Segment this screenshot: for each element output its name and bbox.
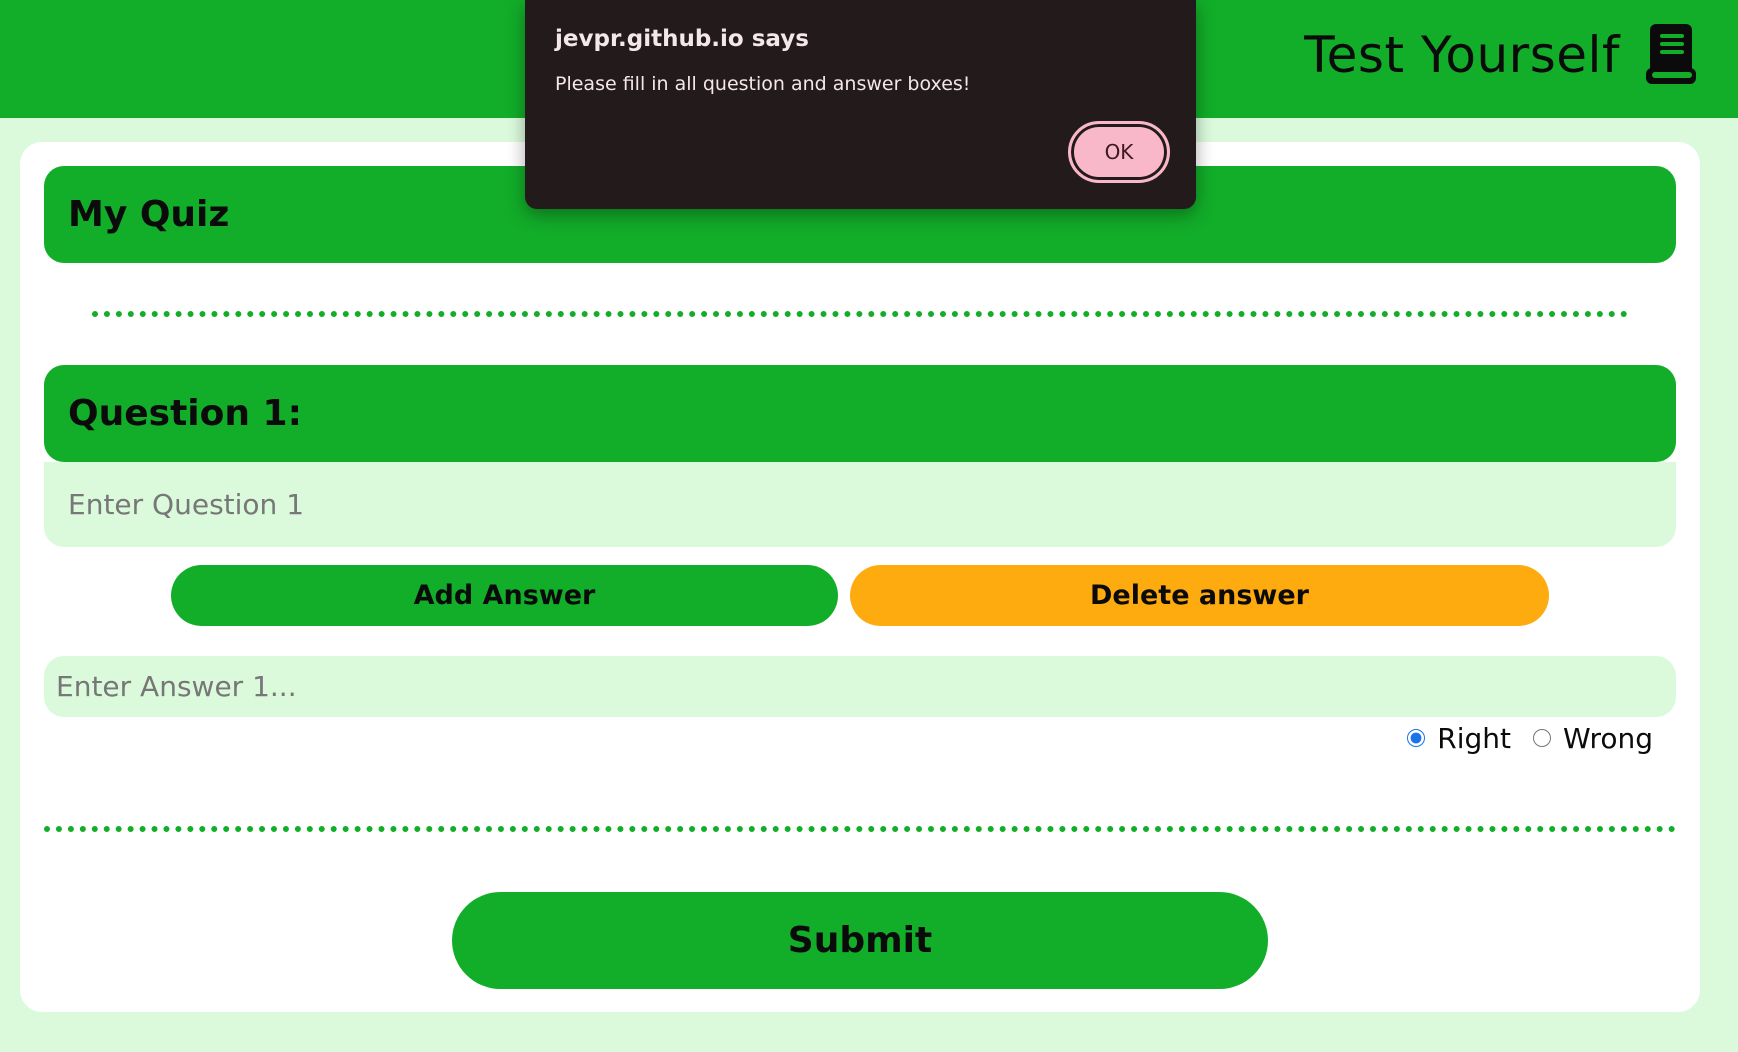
question-input[interactable] bbox=[44, 462, 1676, 547]
divider-bottom bbox=[44, 826, 1676, 832]
delete-answer-button[interactable]: Delete answer bbox=[850, 565, 1549, 626]
wrong-radio[interactable] bbox=[1533, 729, 1552, 747]
wrong-option[interactable]: Wrong bbox=[1533, 722, 1653, 755]
add-answer-button[interactable]: Add Answer bbox=[171, 565, 838, 626]
right-label: Right bbox=[1437, 721, 1512, 755]
answer-input[interactable] bbox=[44, 656, 1676, 717]
right-option[interactable]: Right bbox=[1407, 722, 1511, 755]
submit-button[interactable]: Submit bbox=[452, 892, 1268, 989]
right-radio[interactable] bbox=[1407, 729, 1426, 747]
alert-ok-button[interactable]: OK bbox=[1068, 121, 1170, 183]
brand: Test Yourself bbox=[1304, 24, 1698, 86]
alert-message: Please fill in all question and answer b… bbox=[555, 73, 971, 95]
answer-correctness-group: Right Wrong bbox=[1385, 718, 1653, 758]
divider-top bbox=[92, 311, 1628, 317]
site-title: Test Yourself bbox=[1304, 26, 1620, 84]
book-icon bbox=[1646, 24, 1696, 84]
alert-title: jevpr.github.io says bbox=[555, 26, 809, 52]
wrong-label: Wrong bbox=[1563, 721, 1653, 755]
alert-dialog: jevpr.github.io says Please fill in all … bbox=[525, 0, 1196, 209]
question-label: Question 1: bbox=[44, 365, 1676, 462]
